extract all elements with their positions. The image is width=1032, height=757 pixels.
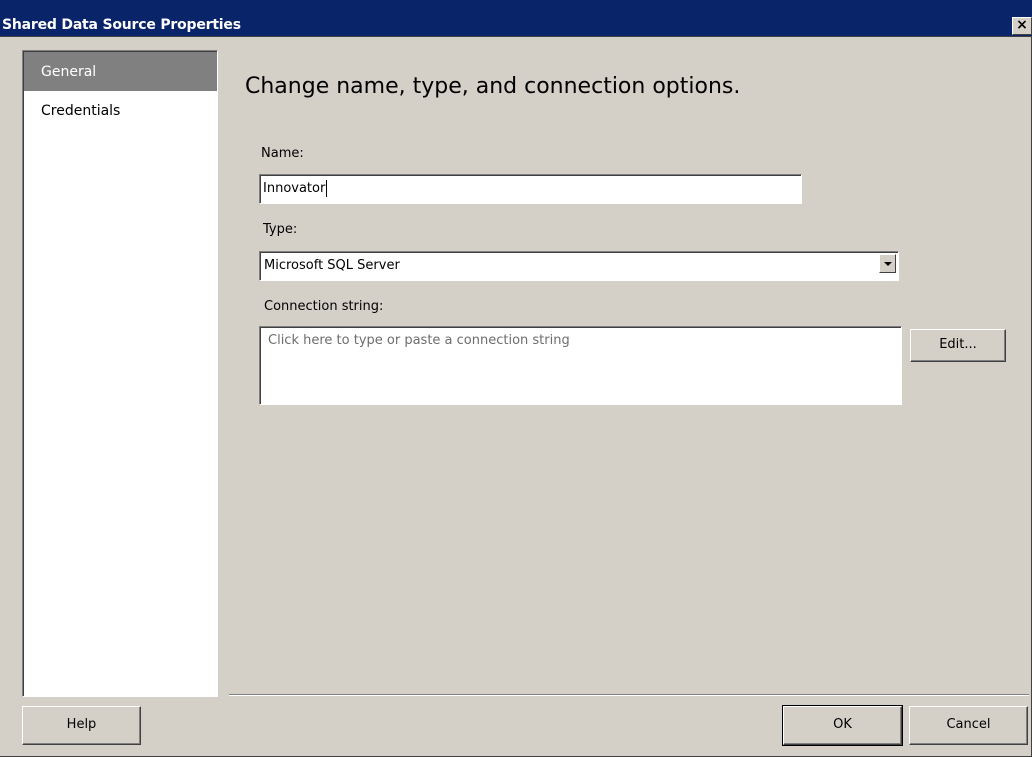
help-button[interactable]: Help: [22, 706, 141, 745]
name-input[interactable]: Innovator: [259, 174, 802, 204]
name-label: Name:: [261, 146, 304, 161]
type-select[interactable]: Microsoft SQL Server: [259, 251, 899, 281]
connection-string-label: Connection string:: [264, 299, 384, 314]
page-nav: General Credentials: [22, 50, 218, 697]
close-button[interactable]: ×: [1012, 17, 1032, 35]
connection-string-input[interactable]: Click here to type or paste a connection…: [259, 326, 902, 405]
window-title: Shared Data Source Properties: [2, 17, 241, 33]
close-icon: ×: [1016, 17, 1028, 33]
edit-button[interactable]: Edit...: [910, 329, 1006, 362]
nav-item-general[interactable]: General: [24, 52, 217, 91]
nav-item-label: General: [41, 64, 97, 80]
type-selected-value: Microsoft SQL Server: [264, 258, 400, 273]
title-bar[interactable]: Shared Data Source Properties ×: [0, 0, 1032, 37]
page-heading: Change name, type, and connection option…: [245, 74, 741, 99]
cancel-button[interactable]: Cancel: [909, 706, 1028, 745]
dialog-window: Shared Data Source Properties × General …: [0, 0, 1032, 757]
ok-button[interactable]: OK: [782, 705, 903, 746]
type-label: Type:: [263, 222, 298, 237]
name-value: Innovator: [263, 181, 326, 196]
footer-divider: [229, 694, 1029, 696]
nav-item-label: Credentials: [41, 103, 121, 119]
chevron-down-icon[interactable]: [879, 254, 896, 273]
nav-item-credentials[interactable]: Credentials: [24, 91, 217, 130]
connection-string-placeholder: Click here to type or paste a connection…: [268, 333, 570, 348]
text-caret: [326, 180, 328, 197]
